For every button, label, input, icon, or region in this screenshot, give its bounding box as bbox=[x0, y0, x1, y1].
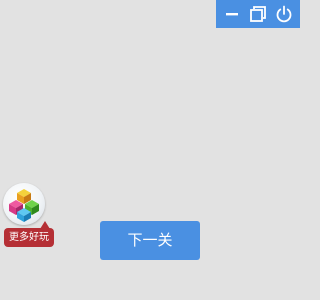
restore-button[interactable] bbox=[247, 3, 269, 25]
minimize-button[interactable] bbox=[221, 3, 243, 25]
restore-icon bbox=[250, 6, 266, 22]
window-controls bbox=[216, 0, 300, 28]
minimize-icon bbox=[226, 13, 238, 16]
game-cubes-icon[interactable] bbox=[3, 183, 45, 225]
more-games-label[interactable]: 更多好玩 bbox=[4, 228, 54, 247]
more-games-promo[interactable]: 更多好玩 bbox=[2, 183, 54, 249]
next-level-button[interactable]: 下一关 bbox=[100, 221, 200, 260]
power-button[interactable] bbox=[273, 3, 295, 25]
power-icon bbox=[276, 5, 292, 23]
